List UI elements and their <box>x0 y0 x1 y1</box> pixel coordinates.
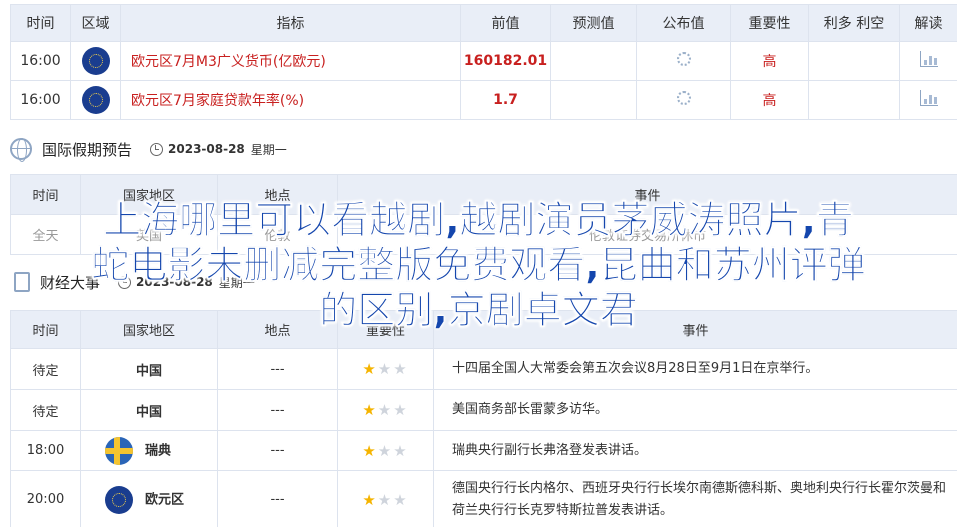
row-place: 伦敦 <box>217 214 338 255</box>
section-date: 2023-08-28 <box>136 275 213 289</box>
table-row[interactable]: 16:00 欧元区7月家庭贷款年率(%) 1.7 高 <box>10 80 957 120</box>
importance-value: 高 <box>730 41 809 81</box>
loading-icon <box>676 52 691 66</box>
importance-value: 高 <box>730 80 809 120</box>
star-empty-icon: ★ <box>377 360 394 378</box>
finance-events-table: 时间 国家地区 地点 重要性 事件 待定 中国 --- ★★★ 十四届全国人大常… <box>10 310 957 527</box>
col-header-region: 国家地区 <box>80 174 218 215</box>
section-title: 国际假期预告 <box>42 140 133 159</box>
table-row: 待定 中国 --- ★★★ 十四届全国人大常委会第五次会议8月28日至9月1日在… <box>10 348 957 390</box>
row-event: 德国央行行长内格尔、西班牙央行行长埃尔南德斯德科斯、奥地利央行行长霍尔茨曼和荷兰… <box>433 470 957 527</box>
col-header-previous: 前值 <box>460 4 551 42</box>
row-place: --- <box>217 389 338 431</box>
star-empty-icon: ★ <box>377 401 394 419</box>
col-header-interpret: 解读 <box>899 4 957 42</box>
row-place: --- <box>217 348 338 390</box>
sweden-flag-icon <box>105 436 133 465</box>
col-header-time: 时间 <box>10 310 81 349</box>
row-event: 美国商务部长雷蒙多访华。 <box>433 389 957 431</box>
chart-icon[interactable] <box>919 90 938 106</box>
globe-icon <box>10 138 32 162</box>
table-row: 全天 英国 伦敦 伦敦证券交易所休市 <box>10 214 957 255</box>
importance-stars: ★★★ <box>337 348 434 390</box>
col-header-event: 事件 <box>433 310 957 349</box>
row-time: 16:00 <box>10 80 71 120</box>
star-empty-icon: ★ <box>377 441 394 460</box>
impact-value <box>808 80 900 120</box>
finance-section-header: 财经大事 2023-08-28 星期一 <box>10 264 255 300</box>
holiday-section-header: 国际假期预告 2023-08-28 星期一 <box>10 128 287 170</box>
row-time: 待定 <box>10 348 81 390</box>
col-header-region: 国家地区 <box>80 310 218 349</box>
importance-stars: ★★★ <box>337 430 434 471</box>
row-region: 英国 <box>80 214 218 255</box>
table-row: 20:00 欧元区 --- ★★★ 德国央行行长内格尔、西班牙央行行长埃尔南德斯… <box>10 470 957 527</box>
table-row[interactable]: 16:00 欧元区7月M3广义货币(亿欧元) 160182.01 高 <box>10 41 957 81</box>
table-header-row: 时间 国家地区 地点 重要性 事件 <box>10 310 957 349</box>
col-header-place: 地点 <box>217 174 338 215</box>
row-region: 瑞典 <box>145 443 172 458</box>
row-time: 待定 <box>10 389 81 431</box>
row-region: 欧元区 <box>145 492 185 507</box>
row-time: 全天 <box>10 214 81 255</box>
forecast-value <box>550 41 637 81</box>
table-row: 18:00 瑞典 --- ★★★ 瑞典央行副行长弗洛登发表讲话。 <box>10 430 957 471</box>
section-title: 财经大事 <box>40 273 101 292</box>
indicator-link[interactable]: 欧元区7月M3广义货币(亿欧元) <box>120 41 461 81</box>
importance-stars: ★★★ <box>337 470 434 527</box>
table-header-row: 时间 国家地区 地点 事件 <box>10 174 957 215</box>
forecast-value <box>550 80 637 120</box>
star-filled-icon: ★ <box>362 490 378 509</box>
clock-icon <box>150 142 164 156</box>
indicator-link[interactable]: 欧元区7月家庭贷款年率(%) <box>120 80 461 120</box>
loading-icon <box>676 91 691 105</box>
impact-value <box>808 41 900 81</box>
economic-data-table: 时间 区域 指标 前值 预测值 公布值 重要性 利多 利空 解读 16:00 欧… <box>10 4 957 120</box>
row-event: 伦敦证券交易所休市 <box>337 214 957 255</box>
col-header-impact: 利多 利空 <box>808 4 900 42</box>
row-place: --- <box>217 430 338 471</box>
chart-icon[interactable] <box>919 51 938 67</box>
col-header-indicator: 指标 <box>120 4 461 42</box>
col-header-importance: 重要性 <box>337 310 434 349</box>
col-header-place: 地点 <box>217 310 338 349</box>
row-region: 中国 <box>80 389 218 431</box>
row-event: 十四届全国人大常委会第五次会议8月28日至9月1日在京举行。 <box>433 348 957 390</box>
col-header-actual: 公布值 <box>636 4 731 42</box>
previous-value: 160182.01 <box>460 41 551 81</box>
row-time: 16:00 <box>10 41 71 81</box>
row-event: 瑞典央行副行长弗洛登发表讲话。 <box>433 430 957 471</box>
col-header-time: 时间 <box>10 4 71 42</box>
eu-flag-icon <box>105 485 133 514</box>
table-row: 待定 中国 --- ★★★ 美国商务部长雷蒙多访华。 <box>10 389 957 431</box>
star-empty-icon: ★ <box>393 490 409 509</box>
importance-stars: ★★★ <box>337 389 434 431</box>
row-time: 18:00 <box>10 430 81 471</box>
eu-flag-icon <box>81 86 110 114</box>
star-empty-icon: ★ <box>393 401 409 419</box>
row-place: --- <box>217 470 338 527</box>
clock-icon <box>118 275 132 289</box>
section-weekday: 星期一 <box>218 275 255 290</box>
col-header-forecast: 预测值 <box>550 4 637 42</box>
col-header-event: 事件 <box>337 174 957 215</box>
holiday-table: 时间 国家地区 地点 事件 全天 英国 伦敦 伦敦证券交易所休市 <box>10 174 957 255</box>
star-filled-icon: ★ <box>362 401 378 419</box>
col-header-importance: 重要性 <box>730 4 809 42</box>
col-header-region: 区域 <box>70 4 121 42</box>
document-icon <box>14 272 30 292</box>
star-empty-icon: ★ <box>377 490 394 509</box>
section-weekday: 星期一 <box>250 142 287 157</box>
star-filled-icon: ★ <box>362 360 378 378</box>
col-header-time: 时间 <box>10 174 81 215</box>
row-region: 中国 <box>80 348 218 390</box>
section-date: 2023-08-28 <box>168 142 245 156</box>
previous-value: 1.7 <box>460 80 551 120</box>
table-header-row: 时间 区域 指标 前值 预测值 公布值 重要性 利多 利空 解读 <box>10 4 957 42</box>
eu-flag-icon <box>81 47 110 75</box>
star-empty-icon: ★ <box>393 360 409 378</box>
star-filled-icon: ★ <box>362 441 378 460</box>
star-empty-icon: ★ <box>393 441 409 460</box>
row-time: 20:00 <box>10 470 81 527</box>
